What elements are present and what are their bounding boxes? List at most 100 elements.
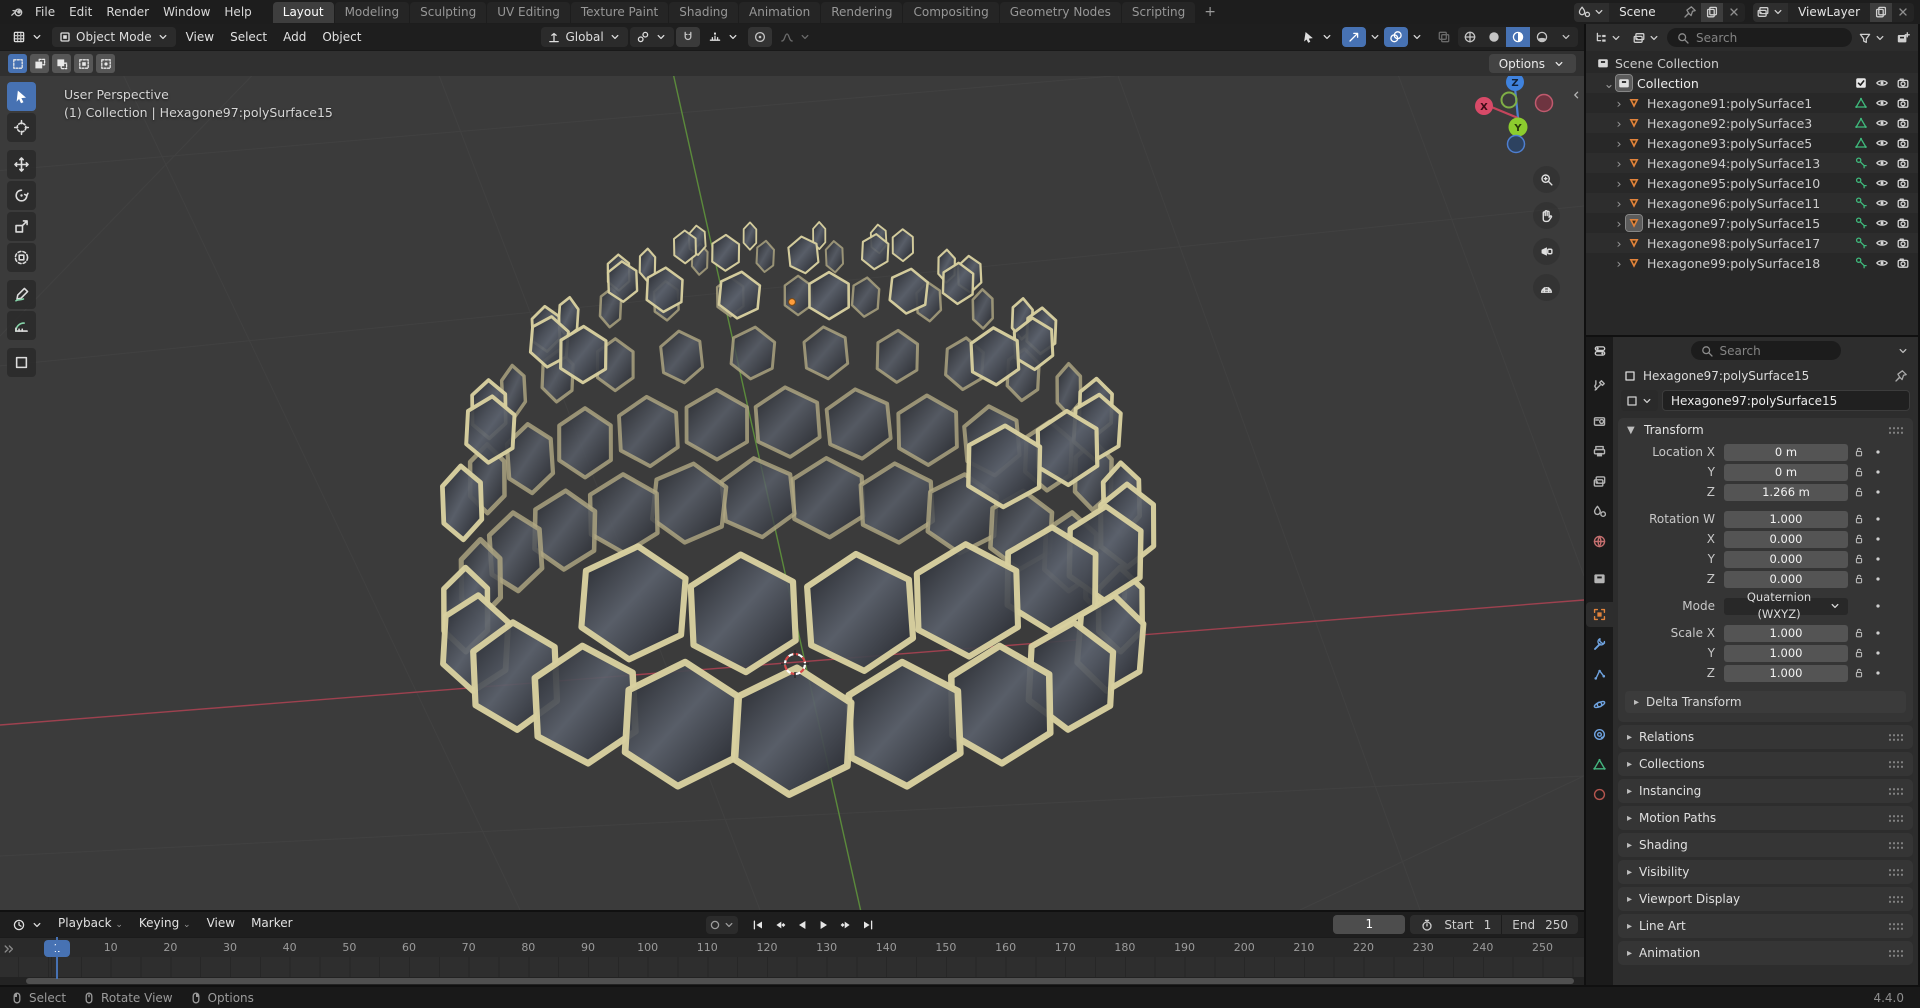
sidebar-collapse-icon[interactable] (1569, 88, 1583, 102)
outliner-row-scene-collection[interactable]: Scene Collection (1586, 53, 1918, 73)
workspace-tab-layout[interactable]: Layout (273, 2, 334, 23)
camera-icon[interactable] (1896, 236, 1910, 250)
end-frame-field[interactable]: End250 (1502, 918, 1578, 932)
animate-dot-icon[interactable] (1872, 513, 1884, 525)
scrollbar-thumb[interactable] (26, 978, 1574, 984)
delta-transform-panel[interactable]: ▸Delta Transform (1625, 691, 1906, 713)
value-field[interactable]: 1.000 (1724, 625, 1848, 642)
current-frame-field[interactable]: 1 (1333, 915, 1405, 934)
move-tool[interactable] (7, 150, 36, 179)
properties-tab-output[interactable] (1587, 439, 1613, 464)
camera-icon[interactable] (1896, 196, 1910, 210)
selectability-visibility-dropdown[interactable] (1296, 27, 1340, 47)
workspace-tab-shading[interactable]: Shading (669, 2, 738, 23)
timeline-tracks[interactable] (0, 957, 1584, 977)
outliner-row[interactable]: › Hexagone98:polySurface17 (1586, 233, 1918, 253)
value-field[interactable]: 1.000 (1724, 645, 1848, 662)
cursor-tool[interactable] (7, 113, 36, 142)
eye-icon[interactable] (1875, 156, 1889, 170)
properties-tab-particles[interactable] (1587, 662, 1613, 687)
snap-settings[interactable] (702, 27, 746, 47)
animate-dot-icon[interactable] (1872, 466, 1884, 478)
object-id-button[interactable] (1621, 390, 1658, 411)
eye-icon[interactable] (1875, 136, 1889, 150)
pin-icon[interactable] (1679, 5, 1701, 19)
properties-tab-tool[interactable] (1587, 373, 1613, 398)
next-keyframe-button[interactable] (835, 916, 856, 934)
properties-search[interactable] (1691, 341, 1841, 360)
properties-tab-modifiers[interactable] (1587, 632, 1613, 657)
shading-solid-button[interactable] (1482, 27, 1506, 47)
outliner-row[interactable]: › Hexagone92:polySurface3 (1586, 113, 1918, 133)
viewport-menu-object[interactable]: Object (314, 30, 369, 44)
checkbox-icon[interactable] (1854, 76, 1868, 90)
new-collection-button[interactable] (1893, 28, 1913, 48)
lock-open-icon[interactable] (1853, 573, 1865, 585)
viewport-menu-select[interactable]: Select (222, 30, 275, 44)
scale-tool[interactable] (7, 212, 36, 241)
eye-icon[interactable] (1875, 96, 1889, 110)
panel-drag-handle[interactable] (1888, 949, 1904, 958)
expand-icon[interactable]: › (1612, 96, 1626, 111)
select-mode-invert[interactable] (74, 54, 93, 73)
transform-orientation-selector[interactable]: Global (541, 27, 627, 47)
workspace-tab-uv-editing[interactable]: UV Editing (487, 2, 570, 23)
properties-tab-view-layer[interactable] (1587, 469, 1613, 494)
animate-dot-icon[interactable] (1872, 486, 1884, 498)
zoom-button[interactable] (1533, 166, 1560, 193)
timeline-menu-playback[interactable]: Playback ⌄ (50, 916, 131, 930)
timeline-scrollbar[interactable] (0, 977, 1584, 985)
properties-tab-scene[interactable] (1587, 499, 1613, 524)
expand-icon[interactable]: › (1612, 216, 1626, 231)
panel-shading[interactable]: ▸Shading (1618, 833, 1913, 857)
add-workspace-button[interactable]: + (1196, 4, 1224, 20)
camera-icon[interactable] (1896, 136, 1910, 150)
lock-open-icon[interactable] (1853, 446, 1865, 458)
ortho-toggle-button[interactable] (1533, 274, 1560, 301)
timeline-expand-icon[interactable] (2, 942, 16, 956)
workspace-tab-sculpting[interactable]: Sculpting (410, 2, 486, 23)
select-mode-extend[interactable] (30, 54, 49, 73)
playhead[interactable] (56, 937, 58, 979)
annotate-tool[interactable] (7, 280, 36, 309)
workspace-tab-rendering[interactable]: Rendering (821, 2, 902, 23)
outliner-search-input[interactable] (1696, 31, 1843, 45)
eye-icon[interactable] (1875, 76, 1889, 90)
shading-rendered-button[interactable] (1530, 27, 1554, 47)
properties-editor-type-button[interactable] (1590, 341, 1610, 361)
animate-dot-icon[interactable] (1872, 627, 1884, 639)
panel-viewport-display[interactable]: ▸Viewport Display (1618, 887, 1913, 911)
animate-dot-icon[interactable] (1872, 600, 1884, 612)
timeline-menu-keying[interactable]: Keying ⌄ (131, 916, 199, 930)
outliner-editor[interactable]: Scene Collection ⌄ Collection › Hexagone… (1586, 24, 1918, 335)
blender-logo-icon[interactable] (6, 5, 28, 19)
rotation-mode-dropdown[interactable]: Quaternion (WXYZ) (1724, 598, 1848, 615)
lock-open-icon[interactable] (1853, 667, 1865, 679)
properties-tab-material[interactable] (1587, 782, 1613, 807)
value-field[interactable]: 0.000 (1724, 551, 1848, 568)
properties-search-input[interactable] (1720, 344, 1832, 358)
panel-drag-handle[interactable] (1888, 868, 1904, 877)
animate-dot-icon[interactable] (1872, 446, 1884, 458)
pin-icon[interactable] (1894, 369, 1908, 383)
outliner-search[interactable] (1667, 28, 1852, 47)
panel-drag-handle[interactable] (1888, 426, 1904, 435)
timeline-editor-type-button[interactable] (6, 915, 50, 935)
camera-icon[interactable] (1896, 156, 1910, 170)
scene-browse-button[interactable] (1574, 3, 1609, 22)
panel-motion-paths[interactable]: ▸Motion Paths (1618, 806, 1913, 830)
eye-icon[interactable] (1875, 236, 1889, 250)
properties-editor[interactable]: Hexagone97:polySurface15 ▼Transform Loca… (1586, 335, 1918, 985)
panel-drag-handle[interactable] (1888, 895, 1904, 904)
viewlayer-browse-button[interactable] (1753, 3, 1788, 22)
expand-icon[interactable]: › (1612, 136, 1626, 151)
shading-dropdown[interactable] (1554, 27, 1578, 47)
eye-icon[interactable] (1875, 196, 1889, 210)
panel-line-art[interactable]: ▸Line Art (1618, 914, 1913, 938)
scene-unlink-icon[interactable] (1723, 5, 1745, 19)
outliner-editor-type-button[interactable] (1591, 28, 1626, 48)
camera-icon[interactable] (1896, 76, 1910, 90)
panel-drag-handle[interactable] (1888, 733, 1904, 742)
camera-icon[interactable] (1896, 216, 1910, 230)
lock-open-icon[interactable] (1853, 553, 1865, 565)
